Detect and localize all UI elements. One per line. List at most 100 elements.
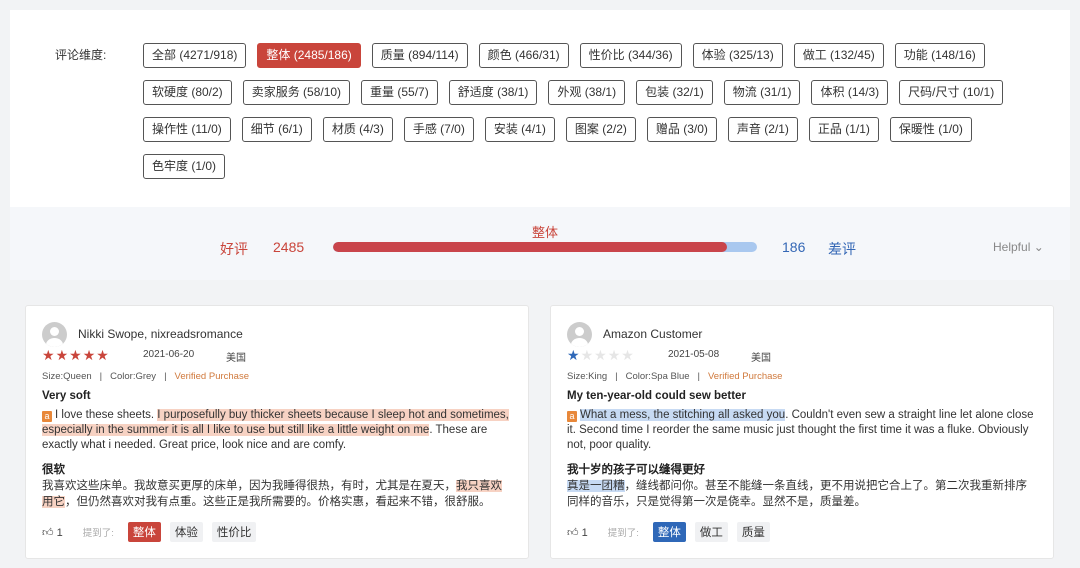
dimension-tag[interactable]: 体验 (325/13)	[692, 43, 783, 68]
like-count: 1	[56, 526, 63, 539]
size: Size:Queen	[42, 371, 92, 382]
review-title: Very soft	[42, 390, 91, 402]
dimension-tag[interactable]: 材质 (4/3)	[322, 117, 393, 142]
avatar	[42, 322, 67, 347]
star-icon: ★	[69, 347, 83, 363]
dimension-tag[interactable]: 体积 (14/3)	[811, 80, 889, 105]
star-icon: ★	[594, 347, 608, 363]
dimension-tag[interactable]: 外观 (38/1)	[548, 80, 626, 105]
dimension-tag[interactable]: 操作性 (11/0)	[143, 117, 231, 142]
good-count: 2485	[273, 239, 305, 255]
verified-purchase: Verified Purchase	[707, 371, 783, 382]
mention-tag[interactable]: 性价比	[211, 522, 257, 542]
translated-body: 我喜欢这些床单。我故意买更厚的床单，因为我睡得很热，有时，尤其是在夏天，我只喜欢…	[42, 478, 512, 510]
tag-row: 色牢度 (1/0)	[143, 154, 1003, 179]
dimension-tag[interactable]: 整体 (2485/186)	[257, 43, 361, 68]
dimension-tag[interactable]: 物流 (31/1)	[723, 80, 801, 105]
review-date: 2021-05-08	[668, 349, 720, 360]
star-icon: ★	[55, 347, 70, 363]
good-label: 好评	[220, 241, 248, 257]
review-body: aI love these sheets. I purposefully buy…	[42, 408, 512, 453]
dimension-tag[interactable]: 赠品 (3/0)	[646, 117, 717, 142]
thumbs-up-icon: 👍︎	[567, 526, 579, 539]
reviewer-name: Amazon Customer	[603, 327, 703, 341]
sentiment-bar	[333, 242, 757, 252]
star-icon: ★	[567, 347, 581, 363]
dimension-tag[interactable]: 重量 (55/7)	[361, 80, 438, 105]
dimension-tag[interactable]: 色牢度 (1/0)	[143, 154, 226, 179]
thumbs-up-icon: 👍︎	[42, 526, 54, 539]
dimension-tag[interactable]: 细节 (6/1)	[241, 117, 312, 142]
dimension-tag[interactable]: 性价比 (344/36)	[579, 43, 682, 68]
dimension-tag[interactable]: 舒适度 (38/1)	[448, 80, 538, 105]
dimension-tag[interactable]: 尺码/尺寸 (10/1)	[899, 80, 1004, 105]
sort-dropdown[interactable]: Helpful ⌄	[993, 240, 1044, 254]
tag-row: 全部 (4271/918) 整体 (2485/186) 质量 (894/114) 颜色…	[143, 43, 1003, 68]
sentiment-summary: 好评 2485 整体 186 差评 Helpful ⌄	[10, 207, 1070, 280]
filter-panel: 评论维度: 全部 (4271/918) 整体 (2485/186) 质量 (894/…	[10, 10, 1070, 280]
summary-dimension: 整体	[532, 225, 559, 240]
review-date: 2021-06-20	[143, 349, 195, 360]
dimension-tags: 全部 (4271/918) 整体 (2485/186) 质量 (894/114) 颜色…	[143, 43, 1004, 191]
dimension-tag[interactable]: 声音 (2/1)	[727, 117, 798, 142]
mention-tag[interactable]: 质量	[736, 522, 770, 542]
dimension-tag[interactable]: 颜色 (466/31)	[478, 43, 569, 68]
mentioned-label: 提到了:	[607, 528, 639, 539]
star-icon: ★	[580, 347, 595, 363]
mention-tag[interactable]: 整体	[127, 522, 161, 542]
translated-title: 很软	[42, 464, 65, 476]
dimension-tag[interactable]: 做工 (132/45)	[793, 43, 884, 68]
dimension-tag[interactable]: 质量 (894/114)	[371, 43, 468, 68]
body-highlight: What a mess, the stitching all asked you	[580, 409, 786, 421]
bad-count: 186	[782, 239, 806, 255]
review-body: a What a mess, the stitching all asked yo…	[567, 408, 1037, 453]
dimension-tag[interactable]: 正品 (1/1)	[808, 117, 879, 142]
review-country: 美国	[226, 353, 246, 364]
review-title: My ten-year-old could sew better	[567, 390, 746, 402]
body-text: I love these sheets.	[55, 409, 158, 421]
mention-tag[interactable]: 体验	[169, 522, 203, 542]
body-text: ，缝线都问你。甚至不能缝一条直线，更不用说把它合上了。第二次我重新排序同样的音乐…	[567, 480, 1027, 508]
review-meta: Size:Queen | Color:Grey | Verified Purchase	[42, 371, 249, 382]
dimension-tag[interactable]: 功能 (148/16)	[894, 43, 985, 68]
body-highlight: 真是一团糟	[567, 480, 625, 492]
review-card: Nikki Swope, nixreadsromance ★★★★★ 2021-…	[25, 305, 529, 559]
color: Color:Spa Blue	[625, 371, 690, 382]
star-icon: ★	[607, 347, 622, 363]
dimension-tag[interactable]: 手感 (7/0)	[403, 117, 474, 142]
dimension-tag[interactable]: 全部 (4271/918)	[143, 43, 247, 68]
translated-body: 真是一团糟，缝线都问你。甚至不能缝一条直线，更不用说把它合上了。第二次我重新排序…	[567, 478, 1037, 510]
star-rating: ★★★★★	[42, 347, 110, 364]
dimension-tag[interactable]: 卖家服务 (58/10)	[242, 80, 351, 105]
avatar	[567, 322, 592, 347]
tag-row: 操作性 (11/0) 细节 (6/1) 材质 (4/3) 手感 (7/0) 安装 (4/…	[143, 117, 1003, 142]
review-footer: 👍︎ 1 提到了: 整体 做工 质量	[567, 522, 779, 542]
like-button[interactable]: 👍︎ 1	[42, 526, 63, 539]
mention-tag[interactable]: 做工	[694, 522, 728, 542]
size: Size:King	[567, 371, 608, 382]
like-count: 1	[581, 526, 588, 539]
mentioned-label: 提到了:	[82, 528, 114, 539]
dimension-tag[interactable]: 包装 (32/1)	[636, 80, 713, 105]
review-card: Amazon Customer ★★★★★ 2021-05-08 美国 Size…	[550, 305, 1054, 559]
dimension-tag[interactable]: 图案 (2/2)	[565, 117, 636, 142]
tag-row: 软硬度 (80/2) 卖家服务 (58/10) 重量 (55/7) 舒适度 (38/1…	[143, 80, 1004, 105]
amazon-icon: a	[567, 411, 577, 422]
body-text: ，但仍然喜欢对我有点重。这些正是我所需要的。价格实惠，看起来不错，很舒服。	[65, 496, 491, 508]
chevron-down-icon: ⌄	[1033, 240, 1044, 254]
star-icon: ★	[82, 347, 97, 363]
mention-tag[interactable]: 整体	[652, 522, 686, 542]
body-text: 我喜欢这些床单。我故意买更厚的床单，因为我睡得很热，有时，尤其是在夏天，	[42, 480, 456, 492]
star-icon: ★	[621, 347, 635, 363]
review-footer: 👍︎ 1 提到了: 整体 体验 性价比	[42, 522, 265, 542]
bad-label: 差评	[828, 241, 856, 257]
verified-purchase: Verified Purchase	[174, 371, 249, 382]
dimension-tag[interactable]: 安装 (4/1)	[484, 117, 555, 142]
dimension-tag[interactable]: 保暖性 (1/0)	[889, 117, 972, 142]
like-button[interactable]: 👍︎ 1	[567, 526, 588, 539]
translated-title: 我十岁的孩子可以缝得更好	[567, 464, 705, 476]
dimension-tag[interactable]: 软硬度 (80/2)	[143, 80, 232, 105]
star-icon: ★	[96, 347, 110, 363]
star-icon: ★	[42, 347, 56, 363]
sentiment-bar-fill	[333, 242, 728, 252]
